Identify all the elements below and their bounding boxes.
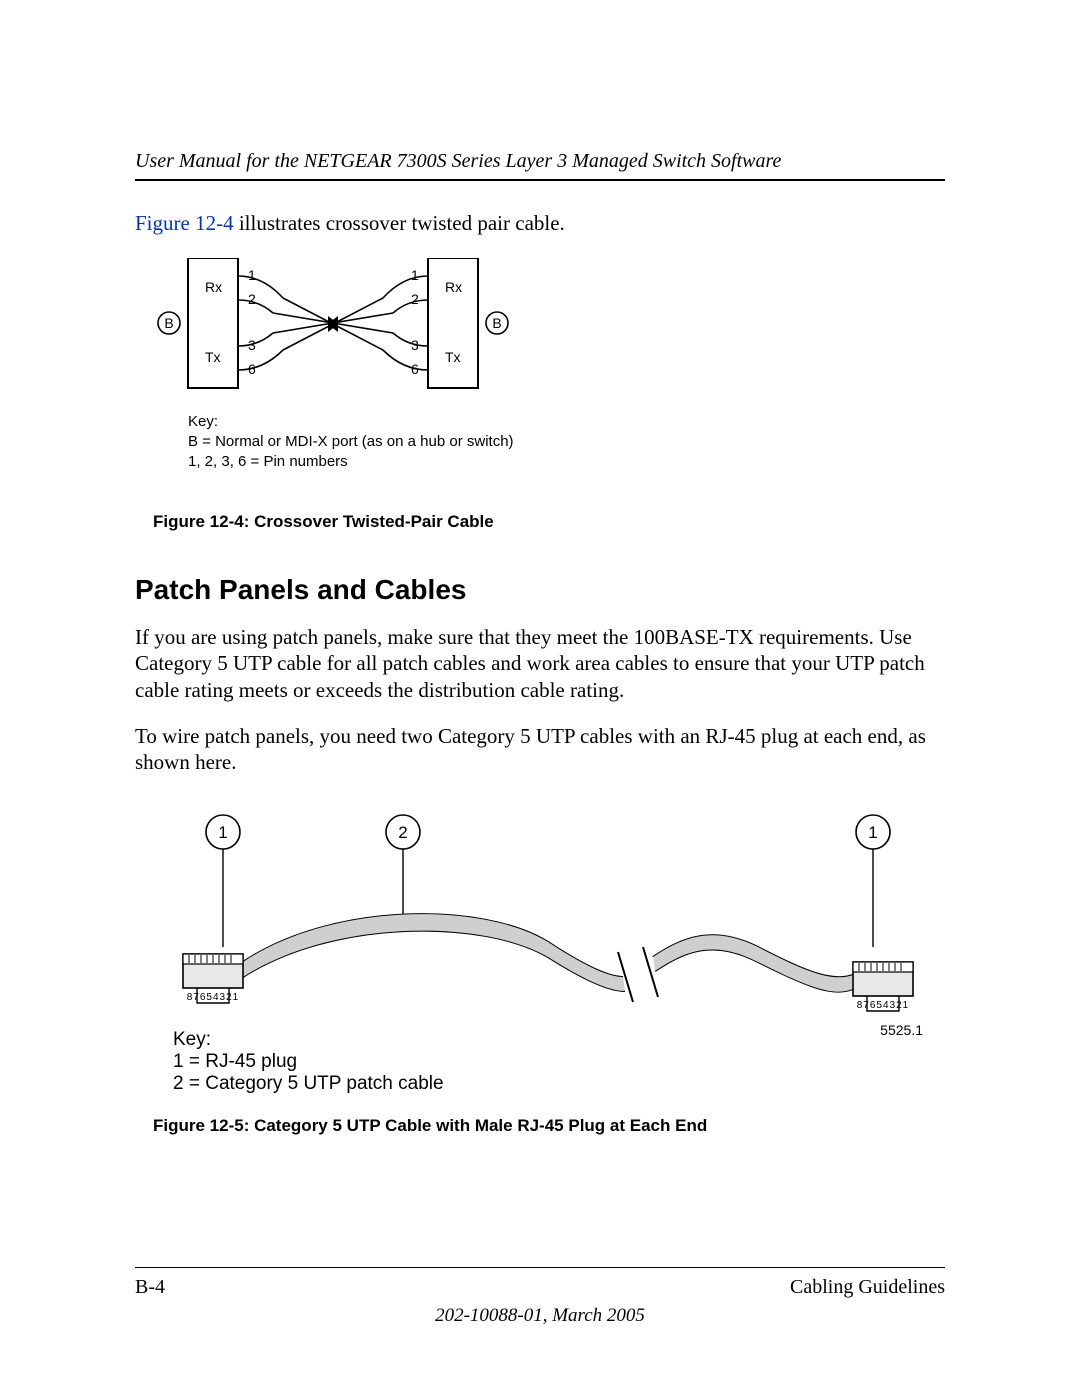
section-para-1: If you are using patch panels, make sure… [135, 624, 945, 703]
left-tx-label: Tx [205, 349, 221, 365]
pin-left-6: 6 [248, 361, 256, 377]
left-b-badge: B [164, 315, 173, 331]
fig1-key-line1: B = Normal or MDI-X port (as on a hub or… [188, 433, 514, 450]
pin-left-1: 1 [248, 267, 256, 283]
page-footer: B-4 Cabling Guidelines 202-10088-01, Mar… [135, 1267, 945, 1327]
intro-line: Figure 12-4 illustrates crossover twiste… [135, 211, 945, 236]
crossover-diagram: 1 2 3 6 1 2 3 6 Rx Tx Rx Tx B B Key: B =… [153, 258, 523, 493]
plug-left-pins: 87654321 [187, 992, 240, 1003]
doc-id: 202-10088-01, March 2005 [135, 1305, 945, 1327]
pin-right-1: 1 [411, 267, 419, 283]
header-rule [135, 179, 945, 181]
section-heading: Patch Panels and Cables [135, 574, 945, 606]
figure-ref-link[interactable]: Figure 12-4 [135, 211, 234, 235]
intro-text: illustrates crossover twisted pair cable… [234, 211, 565, 235]
pin-left-2: 2 [248, 291, 256, 307]
fig1-key-line2: 1, 2, 3, 6 = Pin numbers [188, 453, 348, 470]
manual-page: User Manual for the NETGEAR 7300S Series… [0, 0, 1080, 1397]
patch-cable-diagram: 1 2 1 [153, 807, 943, 1097]
pin-right-6: 6 [411, 361, 419, 377]
plug-right-pins: 87654321 [857, 1000, 910, 1011]
fig1-key-title: Key: [188, 413, 218, 430]
figure-12-4: 1 2 3 6 1 2 3 6 Rx Tx Rx Tx B B Key: B =… [153, 258, 945, 532]
art-number: 5525.1 [880, 1022, 923, 1038]
callout-1-right: 1 [868, 823, 877, 842]
pin-right-2: 2 [411, 291, 419, 307]
figure-12-5-caption: Figure 12-5: Category 5 UTP Cable with M… [153, 1116, 945, 1136]
footer-rule [135, 1267, 945, 1268]
callout-1-left: 1 [218, 823, 227, 842]
figure-12-5: 1 2 1 [153, 807, 945, 1136]
left-rx-label: Rx [205, 279, 222, 295]
running-header: User Manual for the NETGEAR 7300S Series… [135, 150, 945, 173]
fig2-key-title: Key: [173, 1029, 211, 1050]
rj45-plug-left: 87654321 [183, 954, 243, 1003]
right-rx-label: Rx [445, 279, 462, 295]
pin-left-3: 3 [248, 337, 256, 353]
pin-right-3: 3 [411, 337, 419, 353]
callout-2: 2 [398, 823, 407, 842]
rj45-plug-right: 87654321 [853, 962, 913, 1011]
fig2-key-line1: 1 = RJ-45 plug [173, 1051, 297, 1072]
section-para-2: To wire patch panels, you need two Categ… [135, 723, 945, 776]
right-b-badge: B [492, 315, 501, 331]
page-number: B-4 [135, 1276, 165, 1299]
right-tx-label: Tx [445, 349, 461, 365]
section-name: Cabling Guidelines [790, 1276, 945, 1299]
fig2-key-line2: 2 = Category 5 UTP patch cable [173, 1073, 444, 1094]
figure-12-4-caption: Figure 12-4: Crossover Twisted-Pair Cabl… [153, 512, 945, 532]
